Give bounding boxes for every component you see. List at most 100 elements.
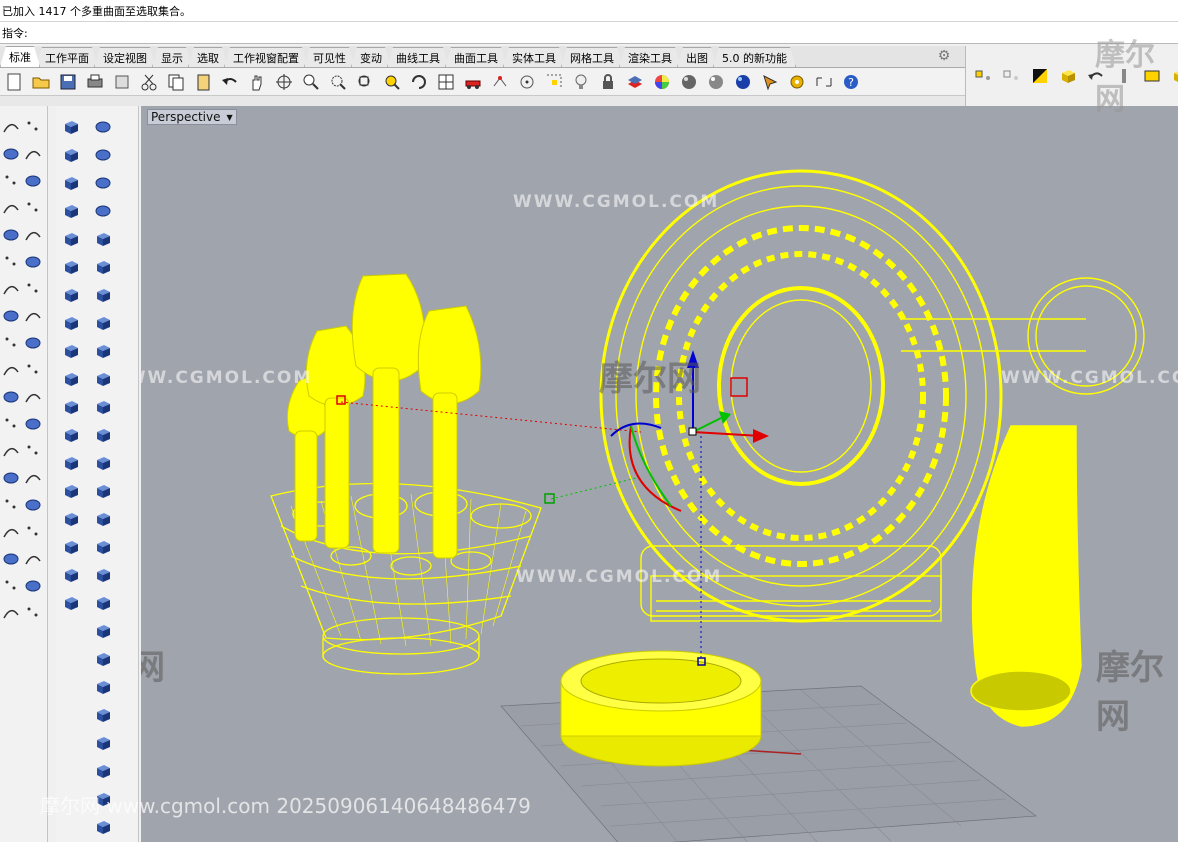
solid-tool-col3-5-icon[interactable]: [92, 256, 114, 278]
refresh-view-icon[interactable]: [407, 70, 431, 94]
curve-tool-30-icon[interactable]: [0, 521, 22, 543]
solid-tool-col3-19-icon[interactable]: [92, 648, 114, 670]
solid-tool-col3-21-icon[interactable]: [92, 704, 114, 726]
select-curves-icon[interactable]: [1000, 64, 1024, 88]
solid-tool-col3-9-icon[interactable]: [92, 368, 114, 390]
surface-tool-2-icon[interactable]: [0, 143, 22, 165]
rotate-view-icon[interactable]: [272, 70, 296, 94]
curve-tool-36-icon[interactable]: [0, 602, 22, 624]
solid-tool-8-icon[interactable]: [60, 340, 82, 362]
surface-tool-col3-0-icon[interactable]: [92, 116, 114, 138]
light-bulb-icon[interactable]: [569, 70, 593, 94]
select-points-icon[interactable]: [488, 70, 512, 94]
curve-tool-15-icon[interactable]: [22, 305, 44, 327]
tab-10[interactable]: 实体工具: [503, 47, 565, 67]
surface-tool-11-icon[interactable]: [22, 251, 44, 273]
curve-tool-3-icon[interactable]: [22, 143, 44, 165]
solid-tool-1-icon[interactable]: [60, 144, 82, 166]
curve-tool-24-icon[interactable]: [0, 440, 22, 462]
point-tool-7-icon[interactable]: [22, 197, 44, 219]
tab-8[interactable]: 曲线工具: [387, 47, 449, 67]
zoom-icon[interactable]: [299, 70, 323, 94]
tab-11[interactable]: 网格工具: [561, 47, 623, 67]
solid-tool-5-icon[interactable]: [60, 256, 82, 278]
solid-tool-col3-4-icon[interactable]: [92, 228, 114, 250]
solid-tool-col3-12-icon[interactable]: [92, 452, 114, 474]
dimension-icon[interactable]: [812, 70, 836, 94]
command-line[interactable]: 指令:: [0, 22, 1178, 44]
pan-hand-icon[interactable]: [245, 70, 269, 94]
point-tool-37-icon[interactable]: [22, 602, 44, 624]
tab-9[interactable]: 曲面工具: [445, 47, 507, 67]
tab-1[interactable]: 工作平面: [36, 47, 98, 67]
surface-tool-5-icon[interactable]: [22, 170, 44, 192]
solid-tool-0-icon[interactable]: [60, 116, 82, 138]
tab-13[interactable]: 出图: [677, 47, 717, 67]
surface-tool-14-icon[interactable]: [0, 305, 22, 327]
solid-tool-col3-17-icon[interactable]: [92, 592, 114, 614]
lock-icon[interactable]: [596, 70, 620, 94]
yellow-box-icon[interactable]: [1056, 64, 1080, 88]
copy-icon[interactable]: [164, 70, 188, 94]
tab-2[interactable]: 设定视图: [94, 47, 156, 67]
surface-tool-29-icon[interactable]: [22, 494, 44, 516]
material-sphere-icon[interactable]: [677, 70, 701, 94]
tab-0[interactable]: 标准: [0, 46, 40, 67]
four-view-icon[interactable]: [434, 70, 458, 94]
paste-icon[interactable]: [191, 70, 215, 94]
solid-tool-col3-8-icon[interactable]: [92, 340, 114, 362]
print-icon[interactable]: [83, 70, 107, 94]
surface-tool-35-icon[interactable]: [22, 575, 44, 597]
point-tool-16-icon[interactable]: [0, 332, 22, 354]
import-icon[interactable]: [110, 70, 134, 94]
curve-tool-9-icon[interactable]: [22, 224, 44, 246]
solid-tool-col3-15-icon[interactable]: [92, 536, 114, 558]
point-tool-31-icon[interactable]: [22, 521, 44, 543]
undo-icon[interactable]: [218, 70, 242, 94]
render-blue-icon[interactable]: [731, 70, 755, 94]
point-tool-10-icon[interactable]: [0, 251, 22, 273]
tab-5[interactable]: 工作视窗配置: [224, 47, 308, 67]
help-icon[interactable]: ?: [839, 70, 863, 94]
solid-tool-col3-7-icon[interactable]: [92, 312, 114, 334]
point-tool-25-icon[interactable]: [22, 440, 44, 462]
black-yellow-icon[interactable]: [1028, 64, 1052, 88]
surface-tool-col3-1-icon[interactable]: [92, 144, 114, 166]
solid-tool-2-icon[interactable]: [60, 172, 82, 194]
solid-tool-col3-23-icon[interactable]: [92, 760, 114, 782]
tab-7[interactable]: 变动: [351, 47, 391, 67]
curve-tool-12-icon[interactable]: [0, 278, 22, 300]
zoom-window-icon[interactable]: [326, 70, 350, 94]
curve-tool-0-icon[interactable]: [0, 116, 22, 138]
solid-tool-col3-18-icon[interactable]: [92, 620, 114, 642]
surface-tool-8-icon[interactable]: [0, 224, 22, 246]
solid-tool-10-icon[interactable]: [60, 396, 82, 418]
surface-tool-26-icon[interactable]: [0, 467, 22, 489]
solid-tool-14-icon[interactable]: [60, 508, 82, 530]
curve-tool-27-icon[interactable]: [22, 467, 44, 489]
solid-tool-9-icon[interactable]: [60, 368, 82, 390]
solid-tool-col3-20-icon[interactable]: [92, 676, 114, 698]
zoom-selected-icon[interactable]: [380, 70, 404, 94]
surface-tool-col3-2-icon[interactable]: [92, 172, 114, 194]
solid-tool-7-icon[interactable]: [60, 312, 82, 334]
tab-3[interactable]: 显示: [152, 47, 192, 67]
curve-tool-6-icon[interactable]: [0, 197, 22, 219]
solid-tool-col3-10-icon[interactable]: [92, 396, 114, 418]
solid-tool-col3-22-icon[interactable]: [92, 732, 114, 754]
tab-4[interactable]: 选取: [188, 47, 228, 67]
command-input[interactable]: [31, 25, 1178, 43]
select-points-icon[interactable]: [972, 64, 996, 88]
solid-tool-col3-16-icon[interactable]: [92, 564, 114, 586]
solid-tool-col3-6-icon[interactable]: [92, 284, 114, 306]
viewport-menu-arrow-icon[interactable]: ▼: [227, 113, 233, 122]
curve-tool-18-icon[interactable]: [0, 359, 22, 381]
save-icon[interactable]: [56, 70, 80, 94]
tab-settings-gear-icon[interactable]: ⚙: [935, 48, 953, 66]
tab-12[interactable]: 渲染工具: [619, 47, 681, 67]
solid-tool-13-icon[interactable]: [60, 480, 82, 502]
surface-tool-17-icon[interactable]: [22, 332, 44, 354]
open-icon[interactable]: [29, 70, 53, 94]
render-sphere-icon[interactable]: [704, 70, 728, 94]
solid-tool-col3-13-icon[interactable]: [92, 480, 114, 502]
